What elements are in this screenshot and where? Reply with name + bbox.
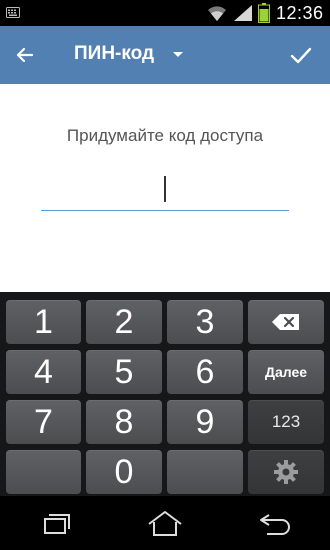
key-1[interactable]: 1 — [6, 300, 81, 344]
page-title[interactable]: ПИН-код — [74, 43, 154, 65]
key-5[interactable]: 5 — [86, 350, 162, 394]
pin-input[interactable] — [41, 170, 289, 211]
pin-prompt: Придумайте код доступа — [66, 126, 264, 145]
recent-apps-icon — [44, 514, 70, 534]
back-nav-button[interactable] — [255, 508, 295, 538]
signal-icon — [234, 5, 252, 21]
status-clock: 12:36 — [276, 3, 324, 23]
status-bar: 12:36 — [0, 0, 330, 26]
key-4[interactable]: 4 — [6, 350, 81, 394]
screen: 12:36 ПИН-код Придумайте код доступа 1 2… — [0, 0, 330, 550]
content-area: Придумайте код доступа — [0, 84, 330, 292]
key-7[interactable]: 7 — [6, 400, 81, 444]
home-button[interactable] — [145, 508, 185, 538]
key-8[interactable]: 8 — [86, 400, 162, 444]
key-6[interactable]: 6 — [167, 350, 243, 394]
settings-key[interactable] — [248, 450, 324, 494]
battery-icon — [258, 3, 270, 23]
empty-key-right — [167, 450, 243, 494]
back-nav-icon — [260, 514, 290, 535]
backspace-key[interactable] — [248, 300, 324, 344]
empty-key-left — [6, 450, 81, 494]
navigation-bar — [0, 496, 330, 550]
mode-123-key[interactable]: 123 — [248, 400, 324, 444]
key-0[interactable]: 0 — [86, 450, 162, 494]
next-key[interactable]: Далее — [248, 350, 324, 394]
numeric-keyboard: 1 2 3 4 5 6 Далее 7 8 9 123 0 — [0, 292, 330, 496]
back-button[interactable] — [10, 40, 40, 70]
key-2[interactable]: 2 — [86, 300, 162, 344]
key-3[interactable]: 3 — [167, 300, 243, 344]
confirm-button[interactable] — [286, 40, 316, 70]
recent-apps-button[interactable] — [36, 508, 76, 538]
settings-gear-icon — [274, 460, 298, 484]
keyboard-icon — [6, 7, 20, 18]
home-icon — [148, 511, 182, 536]
wifi-icon — [208, 6, 226, 22]
backspace-icon — [272, 314, 299, 330]
arrow-left-icon — [16, 47, 34, 63]
dropdown-arrow-icon[interactable] — [172, 51, 184, 59]
checkmark-icon — [290, 47, 312, 64]
action-bar: ПИН-код — [0, 26, 330, 84]
key-9[interactable]: 9 — [167, 400, 243, 444]
text-caret — [164, 176, 166, 202]
